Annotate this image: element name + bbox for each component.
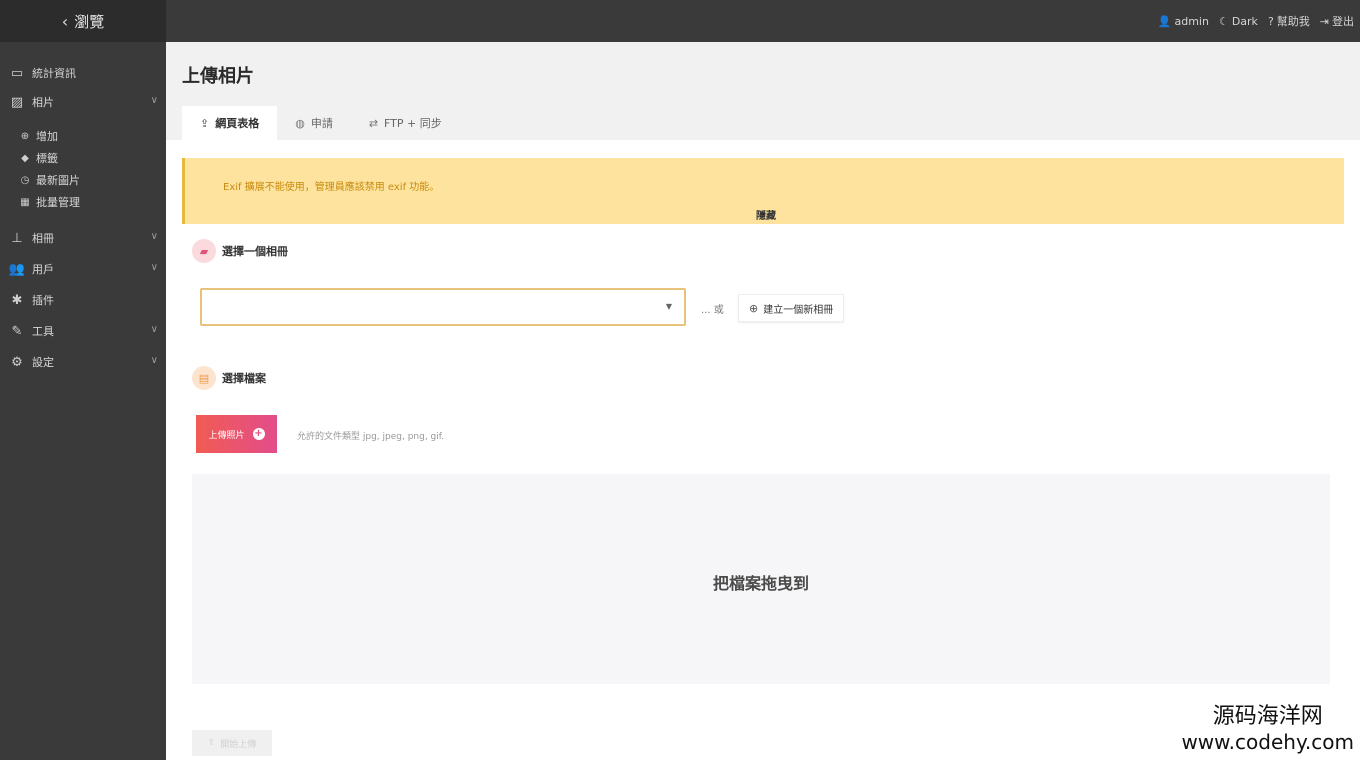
- logout-link[interactable]: ⇥ 登出: [1320, 13, 1354, 29]
- page-header: 上傳相片 ⇪ 網頁表格 ◍ 申請 ⇄ FTP + 同步: [166, 42, 1360, 140]
- plus-circle-icon: ⊕: [749, 301, 759, 315]
- chevron-left-icon: ‹: [61, 11, 69, 31]
- files-section-heading: ▤ 選擇檔案: [192, 366, 266, 390]
- sidebar-item-settings[interactable]: ⚙ 設定 ∨: [0, 349, 166, 375]
- user-label: admin: [1174, 14, 1209, 28]
- sidebar-item-stats[interactable]: ▭ 統計資訊: [0, 60, 166, 86]
- users-icon: 👥: [8, 261, 26, 277]
- sidebar-subitem-tags[interactable]: ◆ 標籤: [18, 148, 58, 168]
- tab-label: FTP + 同步: [384, 117, 442, 130]
- section-title: 選擇檔案: [222, 372, 266, 385]
- watermark-line-2: www.codehy.com: [1181, 730, 1354, 754]
- globe-icon: ◍: [295, 116, 305, 130]
- sidebar-subitem-recent[interactable]: ◷ 最新圖片: [18, 170, 80, 190]
- start-upload-label: 開始上傳: [220, 739, 257, 750]
- section-title: 選擇一個相冊: [222, 245, 288, 258]
- upload-icon: ⇪: [207, 738, 216, 748]
- start-upload-button[interactable]: ⇪ 開始上傳: [192, 730, 272, 756]
- album-section-heading: ▰ 選擇一個相冊: [192, 239, 288, 263]
- user-menu[interactable]: 👤 admin: [1158, 15, 1209, 28]
- sidebar-subitem-batch[interactable]: ▦ 批量管理: [18, 192, 80, 212]
- sidebar-item-label: 用戶: [32, 263, 54, 276]
- browse-back-link[interactable]: ‹ 瀏覽: [0, 0, 166, 42]
- watermark: 源码海洋网 www.codehy.com: [1181, 704, 1354, 754]
- sidebar: ▭ 統計資訊 ▨ 相片 ∨ ⊕ 增加 ◆ 標籤 ◷ 最新圖片 ▦ 批量管理 ⊥ …: [0, 42, 166, 760]
- create-album-button[interactable]: ⊕ 建立一個新相冊: [738, 294, 845, 322]
- tab-label: 申請: [310, 117, 333, 130]
- image-icon: ▨: [10, 94, 24, 110]
- sidebar-item-albums[interactable]: ⊥ 相冊 ∨: [0, 225, 166, 251]
- chevron-down-icon: ∨: [150, 262, 158, 273]
- monitor-icon: ▭: [10, 65, 24, 81]
- logout-icon: ⇥: [1319, 14, 1329, 28]
- sidebar-subitem-label: 標籤: [36, 152, 58, 165]
- tab-bar: ⇪ 網頁表格 ◍ 申請 ⇄ FTP + 同步: [182, 106, 460, 140]
- plus-circle-icon: ⊕: [20, 130, 30, 142]
- logout-label: 登出: [1332, 15, 1354, 28]
- sidebar-item-label: 相片: [32, 96, 54, 109]
- sidebar-item-label: 相冊: [32, 232, 54, 245]
- help-label: 幫助我: [1276, 15, 1310, 28]
- sidebar-item-tools[interactable]: ✎ 工具 ∨: [0, 318, 166, 344]
- exchange-icon: ⇄: [368, 116, 379, 130]
- gears-icon: ⚙: [11, 354, 23, 370]
- album-select[interactable]: ▼: [200, 288, 686, 326]
- tags-icon: ◆: [21, 152, 29, 164]
- tab-label: 網頁表格: [215, 117, 260, 130]
- sidebar-subitem-label: 最新圖片: [36, 174, 80, 187]
- hide-warning-link[interactable]: 隱藏: [185, 207, 1347, 222]
- page-title: 上傳相片: [182, 66, 254, 87]
- allowed-file-types: 允許的文件類型 jpg, jpeg, png, gif.: [297, 432, 445, 442]
- file-dropzone[interactable]: 把檔案拖曳到: [192, 474, 1330, 684]
- chevron-down-icon: ∨: [150, 231, 158, 242]
- dark-mode-label: Dark: [1231, 14, 1258, 28]
- sidebar-item-photos[interactable]: ▨ 相片 ∨: [0, 89, 166, 115]
- chevron-down-icon: ∨: [150, 95, 158, 106]
- file-image-icon: ▤: [192, 366, 216, 390]
- moon-icon: ☾: [1218, 14, 1229, 28]
- help-icon: ?: [1267, 14, 1274, 28]
- dropzone-text: 把檔案拖曳到: [712, 574, 809, 593]
- dark-mode-toggle[interactable]: ☾ Dark: [1219, 15, 1258, 28]
- help-link[interactable]: ? 幫助我: [1268, 13, 1310, 29]
- grid-icon: ▦: [20, 196, 30, 208]
- top-bar: ‹ 瀏覽 👤 admin ☾ Dark ? 幫助我 ⇥ 登出: [0, 0, 1360, 42]
- exif-warning-banner: Exif 擴展不能使用，管理員應該禁用 exif 功能。 隱藏: [182, 158, 1344, 224]
- sidebar-subitem-label: 增加: [36, 130, 58, 143]
- user-icon: 👤: [1157, 14, 1172, 28]
- sidebar-item-label: 設定: [32, 356, 54, 369]
- create-album-label: 建立一個新相冊: [763, 304, 834, 316]
- sidebar-item-plugins[interactable]: ✱ 插件: [0, 287, 166, 313]
- chevron-down-icon: ∨: [150, 355, 158, 366]
- main-content: 上傳相片 ⇪ 網頁表格 ◍ 申請 ⇄ FTP + 同步 Exif 擴展不能使用，…: [166, 42, 1360, 760]
- upload-button-label: 上傳照片: [208, 430, 245, 441]
- watermark-line-1: 源码海洋网: [1212, 704, 1323, 729]
- tab-web-form[interactable]: ⇪ 網頁表格: [182, 106, 278, 140]
- sidebar-item-label: 插件: [32, 294, 54, 307]
- upload-photos-button[interactable]: 上傳照片 +: [196, 415, 277, 453]
- sidebar-subitem-label: 批量管理: [36, 196, 80, 209]
- brand-label: 瀏覽: [74, 12, 105, 31]
- sidebar-item-users[interactable]: 👥 用戶 ∨: [0, 256, 166, 282]
- wrench-icon: ✎: [11, 323, 23, 339]
- tab-ftp-sync[interactable]: ⇄ FTP + 同步: [351, 106, 460, 140]
- clock-icon: ◷: [20, 174, 30, 186]
- upload-icon: ⇪: [200, 116, 210, 130]
- tab-application[interactable]: ◍ 申請: [277, 106, 351, 140]
- warning-text: Exif 擴展不能使用，管理員應該禁用 exif 功能。: [223, 182, 440, 193]
- sidebar-item-label: 統計資訊: [32, 67, 76, 80]
- caret-down-icon: ▼: [665, 302, 672, 311]
- top-nav: 👤 admin ☾ Dark ? 幫助我 ⇥ 登出: [1158, 0, 1354, 42]
- or-text: ... 或: [701, 305, 724, 316]
- chevron-down-icon: ∨: [150, 324, 158, 335]
- folder-open-icon: ▰: [192, 239, 216, 263]
- sidebar-item-label: 工具: [32, 325, 54, 338]
- sidebar-subitem-add[interactable]: ⊕ 增加: [18, 126, 58, 146]
- sitemap-icon: ⊥: [11, 230, 23, 246]
- puzzle-icon: ✱: [11, 292, 23, 308]
- plus-circle-icon: +: [252, 428, 265, 440]
